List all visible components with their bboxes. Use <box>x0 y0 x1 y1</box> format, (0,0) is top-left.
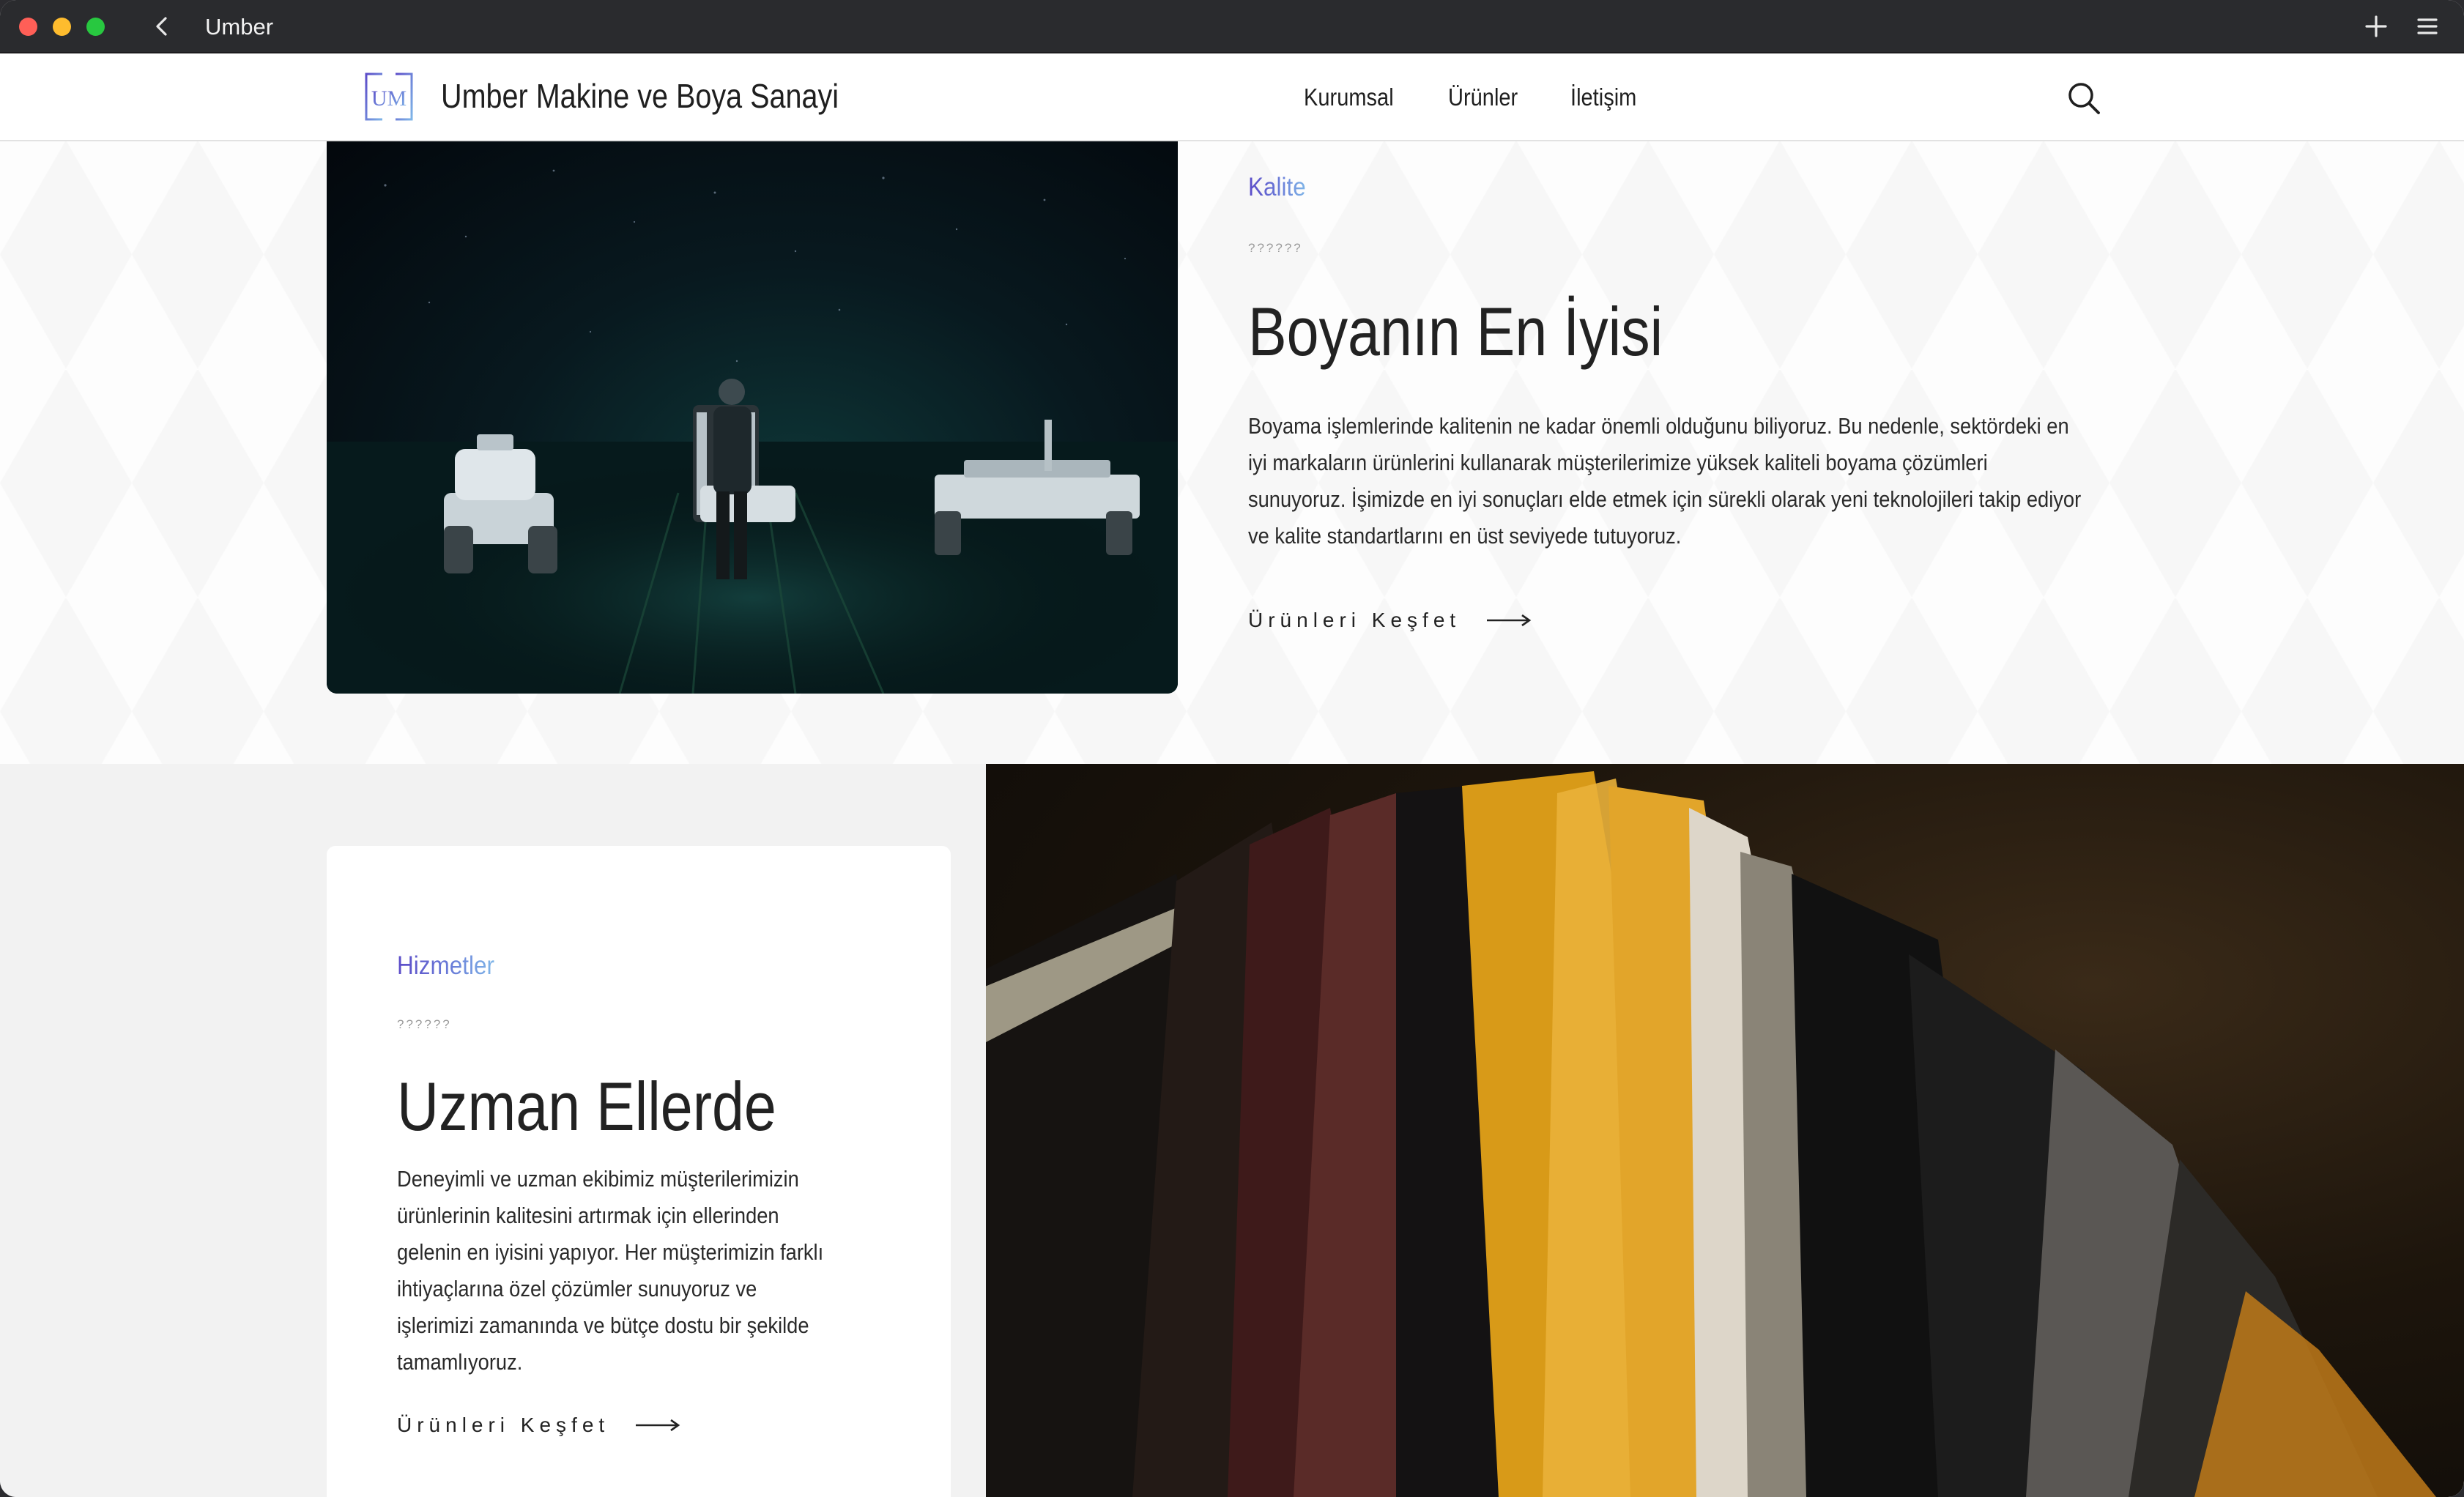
arrow-right-icon <box>1487 614 1532 627</box>
title-bar: Umber <box>0 0 2464 53</box>
services-card: Hizmetler ?????? Uzman Ellerde Deneyimli… <box>327 846 951 1497</box>
services-eyebrow: Hizmetler <box>397 951 495 980</box>
zoom-window-button[interactable] <box>86 18 105 36</box>
services-paragraph: Deneyimli ve uzman ekibimiz müşterilerim… <box>397 1166 824 1375</box>
window-title: Umber <box>205 14 274 40</box>
quality-paragraph: Boyama işlemlerinde kalitenin ne kadar ö… <box>1248 413 2082 549</box>
svg-text:UM: UM <box>371 86 407 111</box>
nav-link-urunler[interactable]: Ürünler <box>1448 83 1518 112</box>
robots-night-image <box>327 141 1178 694</box>
minimize-window-button[interactable] <box>53 18 71 36</box>
new-tab-button[interactable] <box>2363 13 2389 40</box>
services-heading: Uzman Ellerde <box>397 1068 776 1145</box>
paint-swatches-image <box>986 764 2464 1497</box>
quality-heading: Boyanın En İyisi <box>1248 293 1663 370</box>
back-button[interactable] <box>149 13 176 40</box>
robots-night-illustration <box>327 169 1178 694</box>
quality-decorative-dots: ?????? <box>1248 241 1303 255</box>
services-section: Hizmetler ?????? Uzman Ellerde Deneyimli… <box>0 764 2464 1497</box>
browser-window: Umber UM Umber Makine ve Boya Sanayi Kur… <box>0 0 2464 1497</box>
menu-button[interactable] <box>2414 13 2441 40</box>
search-icon <box>2068 83 2100 114</box>
close-window-button[interactable] <box>19 18 37 36</box>
hamburger-menu-icon <box>2417 18 2438 34</box>
quality-explore-products-link[interactable]: Ürünleri Keşfet <box>1248 607 1532 634</box>
services-decorative-dots: ?????? <box>397 1017 452 1031</box>
services-cta-label: Ürünleri Keşfet <box>397 1414 610 1436</box>
search-button[interactable] <box>2066 80 2102 116</box>
nav-link-kurumsal[interactable]: Kurumsal <box>1304 83 1394 112</box>
chevron-left-icon <box>156 17 167 36</box>
plus-icon <box>2365 15 2387 37</box>
quality-section: Kalite ?????? Boyanın En İyisi Boyama iş… <box>0 141 2464 764</box>
quality-eyebrow: Kalite <box>1248 173 1306 201</box>
nav-link-iletisim[interactable]: İletişim <box>1570 83 1636 112</box>
quality-cta-label: Ürünleri Keşfet <box>1248 609 1461 631</box>
um-logo-icon: UM <box>365 73 413 121</box>
brand-name[interactable]: Umber Makine ve Boya Sanayi <box>441 75 839 116</box>
site-header: UM Umber Makine ve Boya Sanayi Kurumsal … <box>0 53 2464 141</box>
arrow-right-icon <box>636 1419 680 1432</box>
paint-swatch-fan-illustration <box>986 771 2436 1497</box>
site-logo[interactable]: UM <box>363 71 415 122</box>
services-explore-products-link[interactable]: Ürünleri Keşfet <box>397 1412 681 1438</box>
